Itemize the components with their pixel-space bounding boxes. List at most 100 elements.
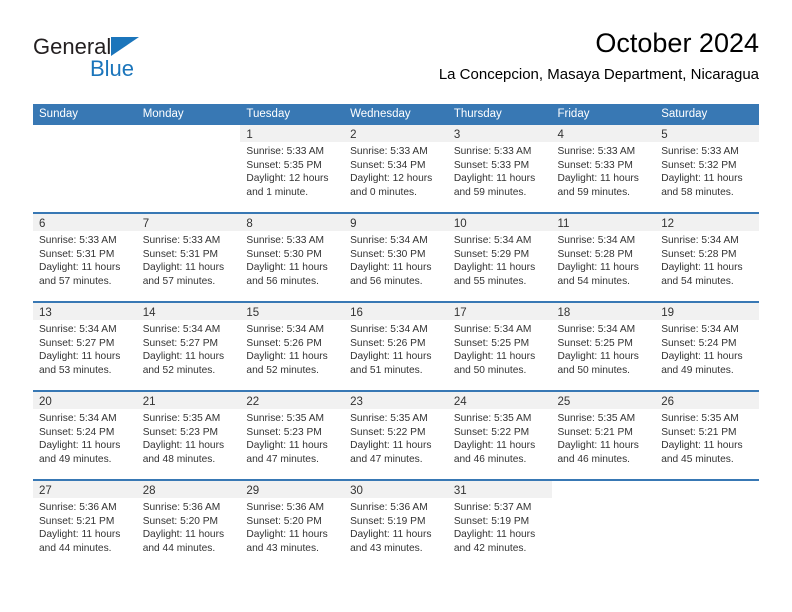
calendar-day-cell[interactable]: 15 Sunrise: 5:34 AM Sunset: 5:26 PM Dayl…	[240, 303, 345, 390]
calendar-day-cell[interactable]	[136, 125, 241, 212]
daylight-text-line1: Daylight: 11 hours	[350, 351, 432, 363]
sunrise-text: Sunrise: 5:36 AM	[142, 502, 221, 513]
calendar-day-cell[interactable]: 20 Sunrise: 5:34 AM Sunset: 5:24 PM Dayl…	[33, 392, 137, 479]
calendar-day-cell[interactable]: 9 Sunrise: 5:34 AM Sunset: 5:30 PM Dayli…	[344, 214, 448, 301]
calendar-day-cell[interactable]: 16 Sunrise: 5:34 AM Sunset: 5:26 PM Dayl…	[344, 303, 448, 390]
daylight-text-line1: Daylight: 11 hours	[39, 351, 121, 363]
generalblue-logo[interactable]: General Blue	[33, 34, 203, 86]
day-details: Sunrise: 5:33 AM Sunset: 5:32 PM Dayligh…	[655, 142, 759, 199]
calendar-day-cell[interactable]: 1 Sunrise: 5:33 AM Sunset: 5:35 PM Dayli…	[240, 125, 345, 212]
day-number: 10	[453, 218, 467, 230]
daylight-text-line2: and 55 minutes.	[453, 275, 527, 287]
sunrise-text: Sunrise: 5:34 AM	[142, 324, 221, 335]
sunrise-text: Sunrise: 5:34 AM	[661, 324, 739, 335]
calendar-day-cell[interactable]: 24 Sunrise: 5:35 AM Sunset: 5:22 PM Dayl…	[447, 392, 552, 479]
calendar-day-cell[interactable]: 26 Sunrise: 5:35 AM Sunset: 5:21 PM Dayl…	[655, 392, 759, 479]
daylight-text-line2: and 50 minutes.	[453, 364, 527, 376]
calendar-day-cell[interactable]	[33, 125, 137, 212]
daylight-text-line1: Daylight: 11 hours	[557, 173, 639, 185]
calendar-day-cell[interactable]: 22 Sunrise: 5:35 AM Sunset: 5:23 PM Dayl…	[240, 392, 345, 479]
day-number-band: 26	[655, 392, 759, 409]
sunset-text: Sunset: 5:24 PM	[39, 426, 115, 438]
calendar-week-row: 13 Sunrise: 5:34 AM Sunset: 5:27 PM Dayl…	[33, 301, 759, 390]
calendar-day-cell[interactable]: 2 Sunrise: 5:33 AM Sunset: 5:34 PM Dayli…	[344, 125, 448, 212]
day-number-band: 27	[33, 481, 137, 498]
daylight-text-line1: Daylight: 11 hours	[39, 262, 121, 274]
day-number: 22	[246, 396, 260, 408]
daylight-text-line1: Daylight: 11 hours	[453, 529, 536, 541]
sunset-text: Sunset: 5:33 PM	[557, 159, 633, 171]
calendar-day-cell[interactable]: 7 Sunrise: 5:33 AM Sunset: 5:31 PM Dayli…	[136, 214, 241, 301]
daylight-text-line1: Daylight: 11 hours	[246, 529, 328, 541]
sunrise-text: Sunrise: 5:33 AM	[246, 146, 324, 157]
sunset-text: Sunset: 5:34 PM	[350, 159, 426, 171]
calendar-day-cell[interactable]: 31 Sunrise: 5:37 AM Sunset: 5:19 PM Dayl…	[447, 481, 552, 568]
calendar-day-cell[interactable]: 30 Sunrise: 5:36 AM Sunset: 5:19 PM Dayl…	[344, 481, 448, 568]
day-number-band: 18	[551, 303, 656, 320]
calendar-day-cell[interactable]: 3 Sunrise: 5:33 AM Sunset: 5:33 PM Dayli…	[447, 125, 552, 212]
calendar-day-cell[interactable]: 27 Sunrise: 5:36 AM Sunset: 5:21 PM Dayl…	[33, 481, 137, 568]
sunset-text: Sunset: 5:24 PM	[661, 337, 737, 349]
sunrise-text: Sunrise: 5:35 AM	[246, 413, 324, 424]
calendar-day-cell[interactable]: 8 Sunrise: 5:33 AM Sunset: 5:30 PM Dayli…	[240, 214, 345, 301]
calendar-day-cell[interactable]: 17 Sunrise: 5:34 AM Sunset: 5:25 PM Dayl…	[447, 303, 552, 390]
sunset-text: Sunset: 5:28 PM	[557, 248, 633, 260]
day-details: Sunrise: 5:35 AM Sunset: 5:21 PM Dayligh…	[552, 409, 656, 466]
day-number-band: 29	[240, 481, 345, 498]
sunrise-text: Sunrise: 5:35 AM	[661, 413, 739, 424]
calendar-day-cell[interactable]: 5 Sunrise: 5:33 AM Sunset: 5:32 PM Dayli…	[655, 125, 759, 212]
sunset-text: Sunset: 5:19 PM	[350, 515, 426, 527]
daylight-text-line1: Daylight: 11 hours	[246, 351, 328, 363]
calendar-day-cell[interactable]: 19 Sunrise: 5:34 AM Sunset: 5:24 PM Dayl…	[655, 303, 759, 390]
daylight-text-line1: Daylight: 11 hours	[453, 351, 536, 363]
day-number-band: 28	[136, 481, 241, 498]
daylight-text-line2: and 50 minutes.	[557, 364, 631, 376]
day-number: 16	[350, 307, 363, 319]
day-number: 13	[39, 307, 52, 319]
day-details: Sunrise: 5:35 AM Sunset: 5:22 PM Dayligh…	[448, 409, 552, 466]
calendar-day-cell[interactable]	[551, 481, 656, 568]
sunset-text: Sunset: 5:27 PM	[142, 337, 219, 349]
day-number-band: 16	[344, 303, 448, 320]
sunrise-text: Sunrise: 5:33 AM	[453, 146, 532, 157]
calendar-day-cell[interactable]: 29 Sunrise: 5:36 AM Sunset: 5:20 PM Dayl…	[240, 481, 345, 568]
sunset-text: Sunset: 5:31 PM	[142, 248, 219, 260]
calendar-day-cell[interactable]: 14 Sunrise: 5:34 AM Sunset: 5:27 PM Dayl…	[136, 303, 241, 390]
weekday-header-friday: Friday	[557, 108, 590, 120]
calendar-day-cell[interactable]: 28 Sunrise: 5:36 AM Sunset: 5:20 PM Dayl…	[136, 481, 241, 568]
sunrise-text: Sunrise: 5:34 AM	[453, 324, 532, 335]
day-details: Sunrise: 5:33 AM Sunset: 5:31 PM Dayligh…	[137, 231, 241, 288]
day-number: 1	[246, 129, 253, 141]
sunrise-text: Sunrise: 5:34 AM	[557, 235, 636, 246]
calendar-day-cell[interactable]: 25 Sunrise: 5:35 AM Sunset: 5:21 PM Dayl…	[551, 392, 656, 479]
calendar-day-cell[interactable]: 4 Sunrise: 5:33 AM Sunset: 5:33 PM Dayli…	[551, 125, 656, 212]
day-number: 2	[350, 129, 357, 141]
calendar-week-row: 27 Sunrise: 5:36 AM Sunset: 5:21 PM Dayl…	[33, 479, 759, 568]
calendar-day-cell[interactable]	[655, 481, 759, 568]
day-number: 28	[142, 485, 156, 497]
day-number: 25	[557, 396, 571, 408]
day-number: 24	[453, 396, 467, 408]
day-details: Sunrise: 5:34 AM Sunset: 5:26 PM Dayligh…	[344, 320, 448, 377]
calendar-day-cell[interactable]: 23 Sunrise: 5:35 AM Sunset: 5:22 PM Dayl…	[344, 392, 448, 479]
calendar-day-cell[interactable]: 11 Sunrise: 5:34 AM Sunset: 5:28 PM Dayl…	[551, 214, 656, 301]
day-number: 26	[661, 396, 675, 408]
weekday-header-row: Sunday Monday Tuesday Wednesday Thursday…	[33, 104, 759, 125]
calendar-day-cell[interactable]: 10 Sunrise: 5:34 AM Sunset: 5:29 PM Dayl…	[447, 214, 552, 301]
calendar-day-cell[interactable]: 18 Sunrise: 5:34 AM Sunset: 5:25 PM Dayl…	[551, 303, 656, 390]
sunset-text: Sunset: 5:22 PM	[350, 426, 426, 438]
logo-text-blue: Blue	[90, 56, 135, 81]
day-number: 5	[661, 129, 668, 141]
day-number-band: 21	[136, 392, 241, 409]
daylight-text-line2: and 53 minutes.	[39, 364, 112, 376]
calendar-day-cell[interactable]: 12 Sunrise: 5:34 AM Sunset: 5:28 PM Dayl…	[655, 214, 759, 301]
calendar-day-cell[interactable]: 21 Sunrise: 5:35 AM Sunset: 5:23 PM Dayl…	[136, 392, 241, 479]
calendar-day-cell[interactable]: 13 Sunrise: 5:34 AM Sunset: 5:27 PM Dayl…	[33, 303, 137, 390]
day-details: Sunrise: 5:37 AM Sunset: 5:19 PM Dayligh…	[448, 498, 552, 555]
day-number-band: 7	[136, 214, 241, 231]
calendar-day-cell[interactable]: 6 Sunrise: 5:33 AM Sunset: 5:31 PM Dayli…	[33, 214, 137, 301]
sunrise-text: Sunrise: 5:33 AM	[661, 146, 739, 157]
daylight-text-line2: and 46 minutes.	[557, 453, 631, 465]
sunset-text: Sunset: 5:27 PM	[39, 337, 115, 349]
day-number: 15	[246, 307, 260, 319]
